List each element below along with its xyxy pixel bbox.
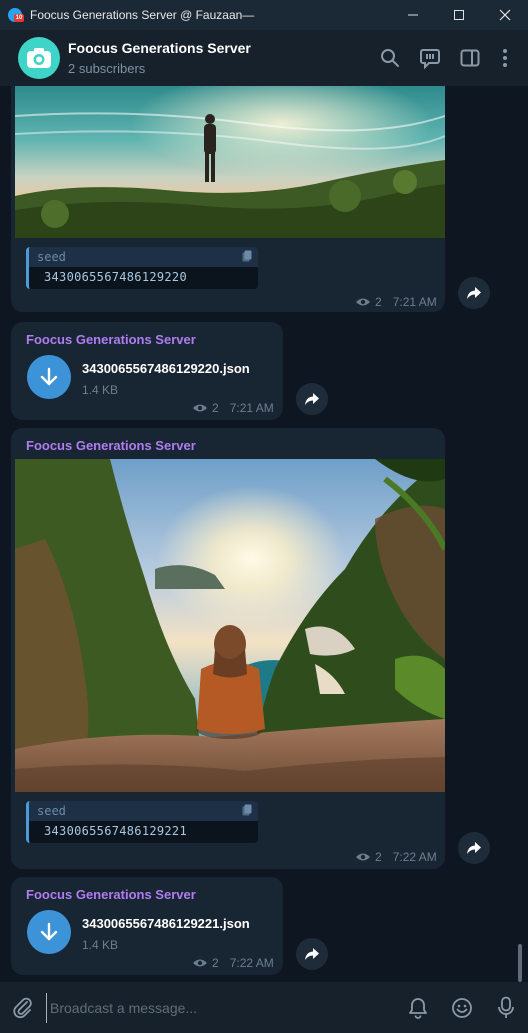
- share-arrow-icon: [305, 393, 319, 405]
- maximize-icon: [454, 10, 464, 20]
- download-button[interactable]: [27, 355, 71, 399]
- message-meta: 2 7:22 AM: [192, 956, 274, 970]
- share-arrow-icon: [467, 287, 481, 299]
- message-composer: [0, 982, 528, 1033]
- channel-header: Foocus Generations Server 2 subscribers: [0, 30, 528, 86]
- seed-code-block-2[interactable]: seed 3430065567486129221: [26, 801, 258, 843]
- sender-name[interactable]: Foocus Generations Server: [26, 887, 196, 902]
- more-vertical-icon: [503, 49, 507, 67]
- minimize-button[interactable]: [390, 0, 436, 30]
- generated-image-1[interactable]: [15, 86, 445, 238]
- message-time: 7:22 AM: [229, 956, 274, 970]
- copy-icon[interactable]: [242, 804, 252, 816]
- close-button[interactable]: [482, 0, 528, 30]
- silent-broadcast-button[interactable]: [396, 982, 440, 1033]
- file-size: 1.4 KB: [82, 383, 119, 397]
- view-count: 2: [375, 295, 382, 309]
- sender-name[interactable]: Foocus Generations Server: [26, 438, 196, 453]
- comments-icon: [420, 49, 440, 69]
- forward-button[interactable]: [296, 383, 328, 415]
- sender-name[interactable]: Foocus Generations Server: [26, 332, 196, 347]
- copy-icon[interactable]: [242, 250, 252, 262]
- minimize-icon: [408, 14, 418, 16]
- code-language-label: seed: [37, 250, 66, 264]
- seed-code-block-1[interactable]: seed 3430065567486129220: [26, 247, 258, 289]
- camera-icon: [27, 48, 51, 68]
- views-eye-icon: [356, 298, 370, 306]
- download-arrow-icon: [40, 367, 58, 386]
- search-icon: [381, 49, 399, 67]
- generated-image-2[interactable]: [15, 459, 445, 792]
- bell-icon: [409, 997, 427, 1019]
- channel-name[interactable]: Foocus Generations Server: [68, 40, 370, 56]
- message-time: 7:22 AM: [392, 850, 437, 864]
- channel-avatar[interactable]: [18, 37, 60, 79]
- forward-button[interactable]: [296, 938, 328, 970]
- share-arrow-icon: [467, 842, 481, 854]
- telegram-app-icon: 10: [8, 7, 24, 23]
- message-time: 7:21 AM: [392, 295, 437, 309]
- file-name[interactable]: 3430065567486129220.json: [82, 361, 250, 376]
- message-input[interactable]: [46, 992, 396, 1023]
- download-arrow-icon: [40, 922, 58, 941]
- view-count: 2: [212, 956, 219, 970]
- views-eye-icon: [356, 853, 370, 861]
- message-meta: 2 7:21 AM: [192, 401, 274, 415]
- discussion-button[interactable]: [410, 30, 450, 86]
- share-arrow-icon: [305, 948, 319, 960]
- seed-value: 3430065567486129220: [44, 270, 187, 284]
- message-meta: 2 7:21 AM: [355, 295, 437, 309]
- message-time: 7:21 AM: [229, 401, 274, 415]
- more-options-button[interactable]: [490, 30, 520, 86]
- subscriber-count: 2 subscribers: [68, 61, 146, 76]
- forward-button[interactable]: [458, 832, 490, 864]
- download-button[interactable]: [27, 910, 71, 954]
- forward-button[interactable]: [458, 277, 490, 309]
- window-titlebar: 10 Foocus Generations Server @ Fauzaan—: [0, 0, 528, 30]
- chat-scrollbar[interactable]: [518, 944, 522, 982]
- file-size: 1.4 KB: [82, 938, 119, 952]
- message-meta: 2 7:22 AM: [355, 850, 437, 864]
- search-button[interactable]: [370, 30, 410, 86]
- smile-icon: [452, 997, 472, 1018]
- attach-button[interactable]: [0, 982, 46, 1033]
- view-count: 2: [212, 401, 219, 415]
- microphone-icon: [498, 996, 514, 1018]
- views-eye-icon: [193, 404, 207, 412]
- voice-record-button[interactable]: [484, 982, 528, 1033]
- file-name[interactable]: 3430065567486129221.json: [82, 916, 250, 931]
- emoji-button[interactable]: [440, 982, 484, 1033]
- sidebar-panel-icon: [460, 49, 480, 67]
- paperclip-icon: [13, 997, 32, 1018]
- close-icon: [499, 9, 511, 21]
- view-count: 2: [375, 850, 382, 864]
- sidebar-toggle-button[interactable]: [450, 30, 490, 86]
- chat-history[interactable]: seed 3430065567486129220 2 7:21 AM Foocu…: [0, 86, 528, 982]
- code-language-label: seed: [37, 804, 66, 818]
- views-eye-icon: [193, 959, 207, 967]
- seed-value: 3430065567486129221: [44, 824, 187, 838]
- window-title: Foocus Generations Server @ Fauzaan—: [30, 8, 255, 22]
- maximize-button[interactable]: [436, 0, 482, 30]
